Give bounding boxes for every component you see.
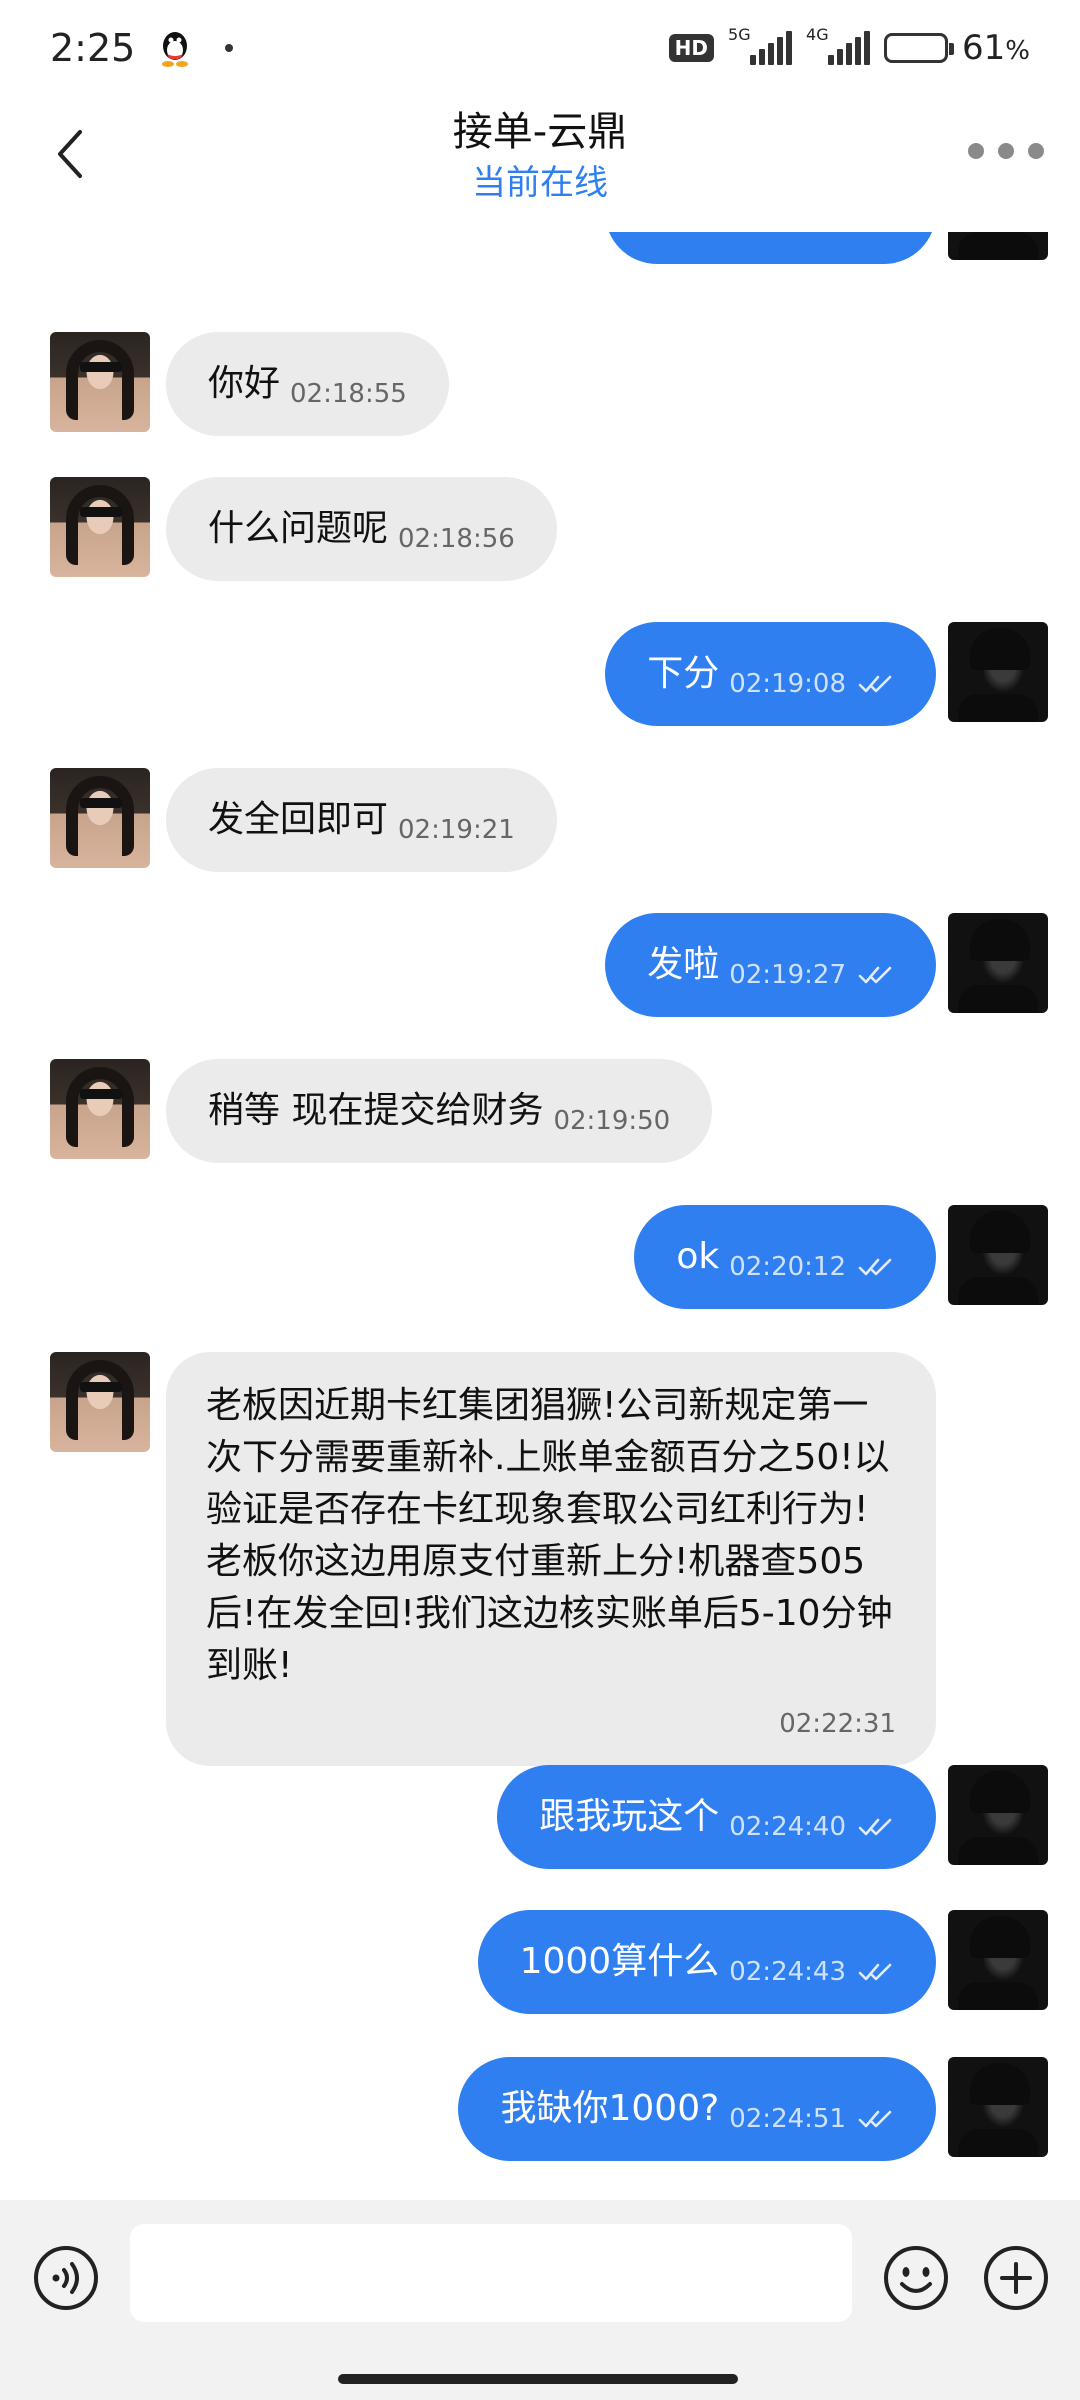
sent-message-bubble[interactable]: 我缺你1000? 02:24:51 xyxy=(458,2057,936,2161)
message-text: ok xyxy=(676,1236,720,1277)
plus-icon xyxy=(984,2246,1048,2310)
my-avatar[interactable] xyxy=(948,622,1048,722)
message-time: 02:19:21 xyxy=(398,815,515,845)
message-text: 什么问题呢 xyxy=(208,508,389,549)
emoji-button[interactable] xyxy=(882,2244,950,2312)
my-avatar[interactable] xyxy=(948,1205,1048,1305)
message-time: 02:19:27 xyxy=(729,960,846,990)
double-check-icon xyxy=(858,2110,892,2128)
double-check-icon xyxy=(858,1963,892,1981)
sent-message-bubble[interactable]: 跟我玩这个 02:24:40 xyxy=(497,1765,936,1869)
contact-avatar[interactable] xyxy=(50,768,150,868)
message-time: 02:19:50 xyxy=(553,1106,671,1136)
message-text: 跟我玩这个 xyxy=(539,1796,720,1837)
sent-message-bubble[interactable]: 下分 02:19:08 xyxy=(605,622,936,726)
sent-message-bubble[interactable]: 1000算什么 02:24:43 xyxy=(477,1910,936,2014)
double-check-icon xyxy=(858,966,892,984)
my-avatar[interactable] xyxy=(948,2057,1048,2157)
message-time: 02:24:40 xyxy=(729,1812,846,1842)
message-text: 1000算什么 xyxy=(519,1941,720,1982)
voice-icon xyxy=(34,2246,98,2310)
double-check-icon xyxy=(858,1818,892,1836)
my-avatar[interactable] xyxy=(948,1765,1048,1865)
chat-title: 接单-云鼎 xyxy=(452,109,628,155)
message-list[interactable]: 猝死02:17:59你好02:18:55什么问题呢02:18:56下分02:19… xyxy=(0,0,1080,2200)
online-status: 当前在线 xyxy=(472,163,608,203)
message-text: 稍等 现在提交给财务 xyxy=(208,1090,544,1131)
message-time: 02:18:55 xyxy=(290,379,407,409)
received-message-bubble[interactable]: 稍等 现在提交给财务 02:19:50 xyxy=(166,1059,713,1163)
received-message-bubble[interactable]: 发全回即可 02:19:21 xyxy=(166,768,557,872)
message-text: 你好 xyxy=(208,363,281,404)
message-input[interactable] xyxy=(130,2224,852,2322)
message-text: 发全回即可 xyxy=(208,799,389,840)
message-text: 我缺你1000? xyxy=(500,2088,720,2129)
message-time: 02:24:51 xyxy=(729,2104,846,2134)
message-text: 老板因近期卡红集团猖獗!公司新规定第一次下分需要重新补.上账单金额百分之50!以… xyxy=(206,1385,893,1686)
contact-avatar[interactable] xyxy=(50,1352,150,1452)
emoji-icon xyxy=(884,2246,948,2310)
received-message-bubble[interactable]: 老板因近期卡红集团猖獗!公司新规定第一次下分需要重新补.上账单金额百分之50!以… xyxy=(166,1352,936,1766)
message-text: 发啦 xyxy=(647,944,720,985)
more-button[interactable] xyxy=(968,136,1044,166)
message-time: 02:22:31 xyxy=(779,1709,896,1739)
voice-button[interactable] xyxy=(32,2244,100,2312)
sent-message-bubble[interactable]: ok 02:20:12 xyxy=(634,1205,936,1309)
contact-avatar[interactable] xyxy=(50,332,150,432)
home-indicator[interactable] xyxy=(338,2374,738,2384)
contact-avatar[interactable] xyxy=(50,1059,150,1159)
input-bar xyxy=(0,2200,1080,2400)
message-time: 02:18:56 xyxy=(398,524,515,554)
double-check-icon xyxy=(858,1258,892,1276)
more-dots-icon xyxy=(968,143,984,159)
received-message-bubble[interactable]: 什么问题呢 02:18:56 xyxy=(166,477,557,581)
received-message-bubble[interactable]: 你好 02:18:55 xyxy=(166,332,449,436)
my-avatar[interactable] xyxy=(948,1910,1048,2010)
double-check-icon xyxy=(858,675,892,693)
message-text: 下分 xyxy=(647,653,720,694)
message-time: 02:20:12 xyxy=(729,1252,846,1282)
message-time: 02:19:08 xyxy=(729,669,846,699)
plus-button[interactable] xyxy=(982,2244,1050,2312)
my-avatar[interactable] xyxy=(948,913,1048,1013)
chat-header: 接单-云鼎 当前在线 xyxy=(0,96,1080,232)
message-time: 02:24:43 xyxy=(729,1957,846,1987)
sent-message-bubble[interactable]: 发啦 02:19:27 xyxy=(605,913,936,1017)
contact-avatar[interactable] xyxy=(50,477,150,577)
